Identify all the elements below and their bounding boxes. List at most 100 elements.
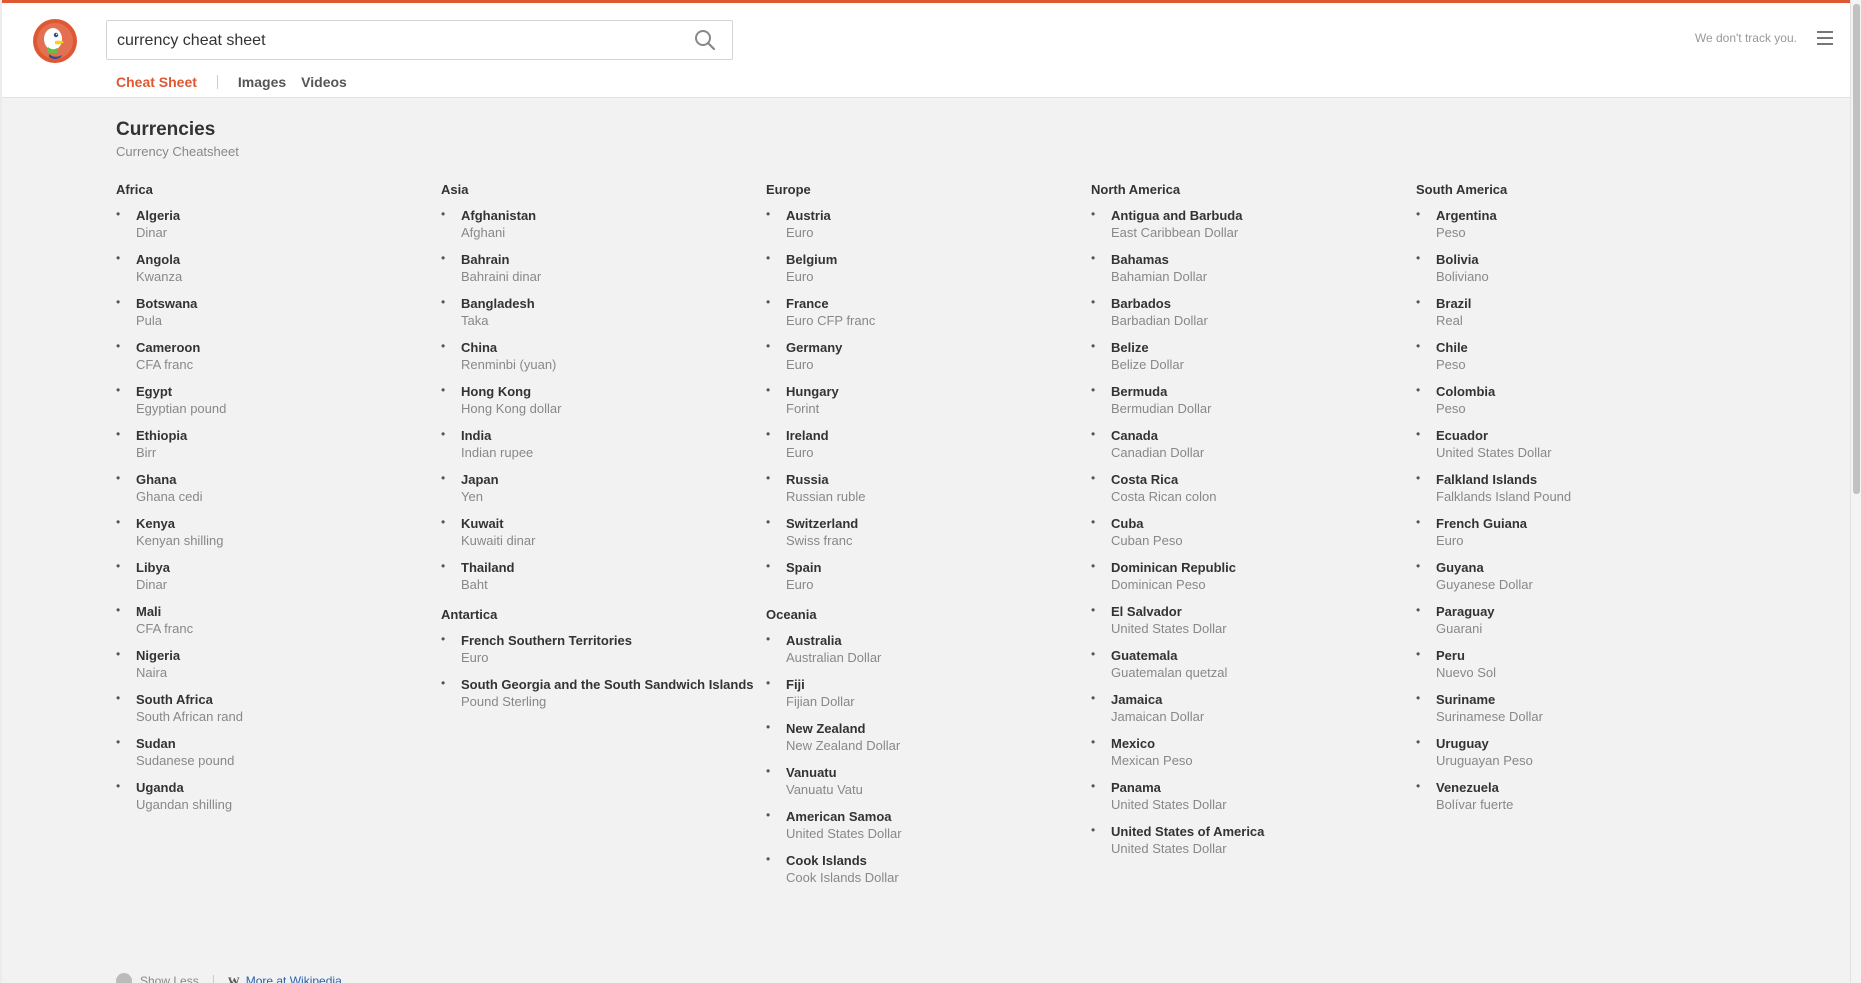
country-name: Algeria bbox=[136, 208, 181, 223]
scrollbar-thumb[interactable] bbox=[1853, 4, 1860, 494]
header: We don't track you. Cheat Sheet Images V… bbox=[2, 3, 1852, 109]
list-item: Cook Islands Cook Islands Dollar bbox=[766, 852, 1091, 886]
region-title: Oceania bbox=[766, 607, 817, 622]
country-name: Bahrain bbox=[461, 252, 510, 267]
country-name: Cuba bbox=[1111, 516, 1144, 531]
country-name: Suriname bbox=[1436, 692, 1496, 707]
list-item: El Salvador United States Dollar bbox=[1091, 603, 1416, 637]
region-title: Asia bbox=[441, 182, 469, 197]
country-name: Switzerland bbox=[786, 516, 859, 531]
currency-name: Boliviano bbox=[1436, 269, 1489, 284]
list-item: Panama United States Dollar bbox=[1091, 779, 1416, 813]
list-item: Bermuda Bermudian Dollar bbox=[1091, 383, 1416, 417]
list-item: Angola Kwanza bbox=[116, 251, 441, 285]
list-item: Cameroon CFA franc bbox=[116, 339, 441, 373]
country-name: Chile bbox=[1436, 340, 1468, 355]
currency-name: CFA franc bbox=[136, 357, 194, 372]
more-at-wikipedia-link[interactable]: More at Wikipedia bbox=[246, 974, 342, 983]
currency-name: Kuwaiti dinar bbox=[461, 533, 536, 548]
country-name: Fiji bbox=[786, 677, 805, 692]
region-group: Africa Algeria Dinar Angola Kwanza Botswana Pu… bbox=[116, 182, 441, 813]
list-item: Australia Australian Dollar bbox=[766, 632, 1091, 666]
list-item: Sudan Sudanese pound bbox=[116, 735, 441, 769]
country-name: Mexico bbox=[1111, 736, 1156, 751]
region-column: Asia Afghanistan Afghani Bahrain Bahraini di… bbox=[441, 182, 766, 896]
currency-name: Bermudian Dollar bbox=[1111, 401, 1212, 416]
currency-name: Bahraini dinar bbox=[461, 269, 542, 284]
region-group: OceaniaAustraliaAustralian DollarFijiFij… bbox=[766, 607, 1091, 886]
currency-name: Pula bbox=[136, 313, 163, 328]
country-name: Uganda bbox=[136, 780, 184, 795]
hamburger-menu-icon[interactable] bbox=[1817, 31, 1835, 47]
currency-name: Euro bbox=[786, 445, 814, 460]
currency-name: Real bbox=[1436, 313, 1463, 328]
list-item: Bahamas Bahamian Dollar bbox=[1091, 251, 1416, 285]
list-item: Guyana Guyanese Dollar bbox=[1416, 559, 1741, 593]
list-item: Botswana Pula bbox=[116, 295, 441, 329]
country-name: Cook Islands bbox=[786, 853, 867, 868]
list-item: New Zealand New Zealand Dollar bbox=[766, 720, 1091, 754]
tab-cheat-sheet[interactable]: Cheat Sheet bbox=[116, 74, 197, 90]
list-item: Kuwait Kuwaiti dinar bbox=[441, 515, 766, 549]
list-item: Mali CFA franc bbox=[116, 603, 441, 637]
duckduckgo-logo[interactable] bbox=[31, 17, 79, 65]
list-item: Egypt Egyptian pound bbox=[116, 383, 441, 417]
currency-name: Euro bbox=[786, 577, 814, 592]
currency-name: Dinar bbox=[136, 577, 168, 592]
country-name: Paraguay bbox=[1436, 604, 1495, 619]
show-less-button[interactable]: Show Less bbox=[140, 974, 199, 983]
country-name: New Zealand bbox=[786, 721, 866, 736]
country-name: Bermuda bbox=[1111, 384, 1168, 399]
list-item: American Samoa United States Dollar bbox=[766, 808, 1091, 842]
currency-name: Jamaican Dollar bbox=[1111, 709, 1205, 724]
country-name: Nigeria bbox=[136, 648, 181, 663]
country-name: Ireland bbox=[786, 428, 829, 443]
tab-images[interactable]: Images bbox=[238, 74, 286, 90]
country-name: China bbox=[461, 340, 498, 355]
search-icon[interactable] bbox=[694, 29, 718, 53]
region-column: South AmericaArgentinaPesoBoliviaBolivia… bbox=[1416, 182, 1741, 896]
country-name: Colombia bbox=[1436, 384, 1496, 399]
country-name: Venezuela bbox=[1436, 780, 1499, 795]
country-name: French Southern Territories bbox=[461, 633, 632, 648]
country-name: India bbox=[461, 428, 492, 443]
list-item: Belgium Euro bbox=[766, 251, 1091, 285]
list-item: China Renminbi (yuan) bbox=[441, 339, 766, 373]
currency-name: United States Dollar bbox=[1436, 445, 1552, 460]
country-name: Vanuatu bbox=[786, 765, 837, 780]
show-less-icon[interactable] bbox=[116, 973, 132, 983]
list-item: Uganda Ugandan shilling bbox=[116, 779, 441, 813]
privacy-tagline[interactable]: We don't track you. bbox=[1632, 31, 1797, 45]
currency-name: Australian Dollar bbox=[786, 650, 882, 665]
currency-name: Euro bbox=[461, 650, 489, 665]
list-item: Vanuatu Vanuatu Vatu bbox=[766, 764, 1091, 798]
footer-bar: Show Less W More at Wikipedia bbox=[116, 973, 342, 983]
country-name: Belize bbox=[1111, 340, 1149, 355]
list-item: French Southern Territories Euro bbox=[441, 632, 766, 666]
list-item: Chile Peso bbox=[1416, 339, 1741, 373]
region-group: Europe Austria Euro Belgium Euro France Euro C… bbox=[766, 182, 1091, 593]
country-name: El Salvador bbox=[1111, 604, 1182, 619]
list-item: Venezuela Bolívar fuerte bbox=[1416, 779, 1741, 813]
country-name: Sudan bbox=[136, 736, 176, 751]
currency-name: Nuevo Sol bbox=[1436, 665, 1496, 680]
list-item: Libya Dinar bbox=[116, 559, 441, 593]
country-list: Antigua and Barbuda East Caribbean Dollar… bbox=[1091, 207, 1416, 857]
country-name: Mali bbox=[136, 604, 162, 619]
scrollbar[interactable] bbox=[1850, 0, 1861, 983]
region-group: Asia Afghanistan Afghani Bahrain Bahraini di… bbox=[441, 182, 766, 593]
country-name: Ghana bbox=[136, 472, 177, 487]
country-name: Bolivia bbox=[1436, 252, 1479, 267]
country-name: Bangladesh bbox=[461, 296, 535, 311]
currency-name: Cook Islands Dollar bbox=[786, 870, 899, 885]
search-input[interactable] bbox=[117, 29, 687, 53]
list-item: Bangladesh Taka bbox=[441, 295, 766, 329]
country-name: Thailand bbox=[461, 560, 515, 575]
country-list: Austria Euro Belgium Euro France Euro CFP fra… bbox=[766, 207, 1091, 593]
currency-name: Forint bbox=[786, 401, 820, 416]
region-title: Africa bbox=[116, 182, 153, 197]
tab-videos[interactable]: Videos bbox=[301, 74, 347, 90]
country-name: South Africa bbox=[136, 692, 213, 707]
currency-name: Bolívar fuerte bbox=[1436, 797, 1514, 812]
currency-name: Kwanza bbox=[136, 269, 183, 284]
